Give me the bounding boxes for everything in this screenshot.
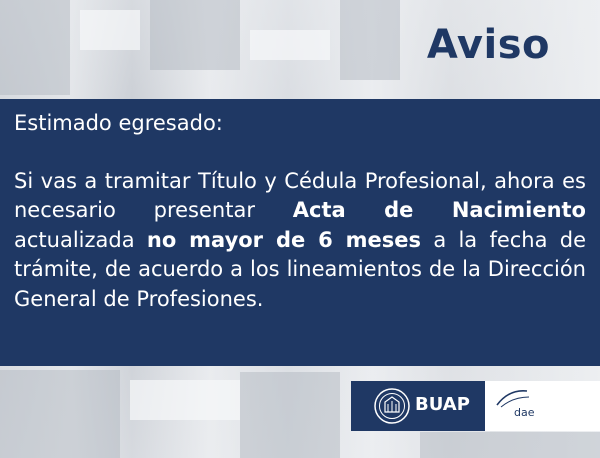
notice-panel: Estimado egresado: Si vas a tramitar Tít…	[0, 99, 600, 366]
greeting-text: Estimado egresado:	[14, 111, 223, 135]
notice-text-2: actualizada	[14, 227, 147, 252]
notice-emphasis-acta: Acta de Nacimiento	[292, 198, 586, 222]
buap-seal-icon	[374, 388, 410, 424]
logo-bar: BUAP dae	[351, 381, 600, 431]
page-title: Aviso	[426, 22, 550, 68]
buap-logo-text: BUAP	[415, 394, 470, 415]
notice-body: Si vas a tramitar Título y Cédula Profes…	[14, 167, 586, 315]
notice-emphasis-meses: no mayor de 6 meses	[146, 227, 422, 252]
dae-logo-text: dae	[514, 406, 535, 419]
